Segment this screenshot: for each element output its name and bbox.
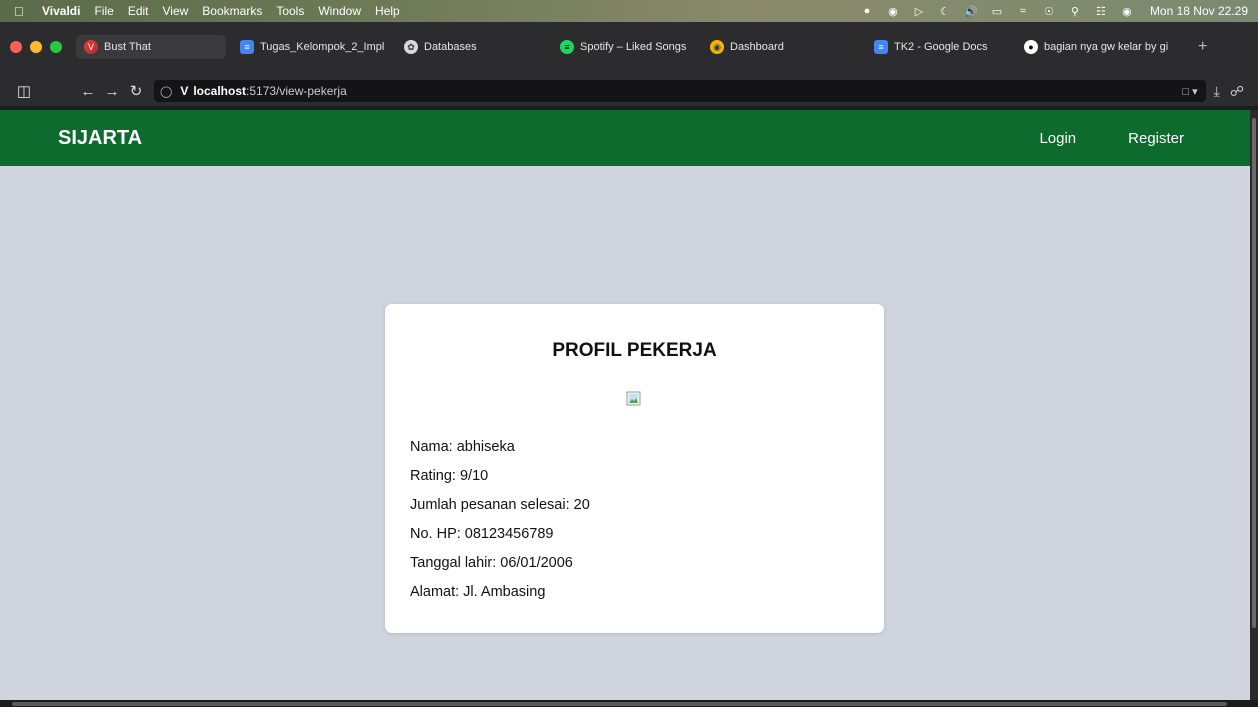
- tab-label: TK2 - Google Docs: [894, 41, 988, 53]
- web-page: SIJARTA Login Register PROFIL PEKERJA Na…: [0, 110, 1250, 700]
- tab-tk2-google-docs[interactable]: ≡ TK2 - Google Docs: [866, 35, 1016, 59]
- horizontal-scroll-thumb[interactable]: [12, 702, 1227, 706]
- url-field[interactable]: ◯ V localhost :5173/view-pekerja □ ▾: [154, 80, 1206, 102]
- profile-no-hp: No. HP: 08123456789: [410, 526, 554, 542]
- url-path: :5173/view-pekerja: [246, 84, 347, 98]
- zoom-window-button[interactable]: [50, 41, 62, 53]
- site-brand[interactable]: SIJARTA: [58, 127, 142, 150]
- reload-icon[interactable]: ↻: [124, 82, 148, 100]
- profile-title: PROFIL PEKERJA: [552, 340, 717, 361]
- minimize-window-button[interactable]: [30, 41, 42, 53]
- close-window-button[interactable]: [10, 41, 22, 53]
- control-center-icon[interactable]: ☷: [1094, 5, 1108, 18]
- vertical-scrollbar[interactable]: [1250, 110, 1258, 700]
- menu-tools[interactable]: Tools: [276, 4, 304, 18]
- play-icon[interactable]: ▷: [912, 5, 926, 18]
- volume-icon[interactable]: 🔊: [964, 5, 978, 18]
- tab-bust-that[interactable]: V Bust That: [76, 35, 226, 59]
- search-icon[interactable]: ⚲: [1068, 5, 1082, 18]
- vivaldi-v-icon: V: [180, 84, 189, 98]
- back-arrow-icon[interactable]: ←: [76, 83, 100, 100]
- tab-label: Tugas_Kelompok_2_Impl: [260, 41, 385, 53]
- url-host: localhost: [193, 84, 247, 98]
- tab-tugas-kelompok[interactable]: ≡ Tugas_Kelompok_2_Impl: [232, 35, 396, 59]
- profile-jumlah-pesanan: Jumlah pesanan selesai: 20: [410, 497, 590, 513]
- download-icon[interactable]: ⤓: [1214, 83, 1220, 100]
- openai-icon: ✿: [404, 40, 418, 54]
- tab-github[interactable]: ● bagian nya gw kelar by gi: [1016, 35, 1192, 59]
- profile-alamat: Alamat: Jl. Ambasing: [410, 584, 546, 600]
- wifi-icon[interactable]: ≈: [1016, 5, 1030, 17]
- extensions-icon[interactable]: ☍: [1230, 83, 1244, 100]
- siri-icon[interactable]: ◉: [1120, 5, 1134, 18]
- menu-help[interactable]: Help: [375, 4, 400, 18]
- shield-icon[interactable]: ◯: [160, 85, 172, 98]
- chat-icon[interactable]: ◉: [886, 5, 900, 18]
- profile-rating: Rating: 9/10: [410, 468, 489, 484]
- broken-image-icon: [626, 391, 641, 406]
- forward-arrow-icon[interactable]: →: [100, 83, 124, 100]
- profile-tanggal-lahir: Tanggal lahir: 06/01/2006: [410, 555, 573, 571]
- address-bar: ◫ ← → ↻ ◯ V localhost :5173/view-pekerja…: [0, 76, 1258, 106]
- menu-window[interactable]: Window: [318, 4, 361, 18]
- tab-label: bagian nya gw kelar by gi: [1044, 41, 1169, 53]
- menubar-clock[interactable]: Mon 18 Nov 22.29: [1150, 4, 1248, 18]
- github-icon: ●: [1024, 40, 1038, 54]
- site-navbar: SIJARTA Login Register: [0, 110, 1250, 166]
- profile-nama: Nama: abhiseka: [410, 439, 515, 455]
- login-link[interactable]: Login: [1039, 130, 1076, 147]
- spotify-icon: ≡: [560, 40, 574, 54]
- google-docs-icon: ≡: [874, 40, 888, 54]
- moon-icon[interactable]: ☾: [938, 5, 952, 18]
- profile-details: Nama: abhiseka Rating: 9/10 Jumlah pesan…: [410, 438, 590, 612]
- tab-label: Databases: [424, 41, 477, 53]
- menu-view[interactable]: View: [163, 4, 189, 18]
- tab-dashboard[interactable]: ◉ Dashboard: [702, 35, 866, 59]
- browser-tab-bar: V Bust That ≡ Tugas_Kelompok_2_Impl ✿ Da…: [0, 22, 1258, 76]
- user-icon[interactable]: ☉: [1042, 5, 1056, 18]
- menu-edit[interactable]: Edit: [128, 4, 149, 18]
- menu-file[interactable]: File: [94, 4, 113, 18]
- register-link[interactable]: Register: [1128, 130, 1184, 147]
- tab-label: Dashboard: [730, 41, 784, 53]
- profile-card: PROFIL PEKERJA Nama: abhiseka Rating: 9/…: [385, 304, 884, 633]
- window-controls: [10, 41, 62, 53]
- macos-menubar:  Vivaldi File Edit View Bookmarks Tools…: [0, 0, 1258, 22]
- bookmark-icon[interactable]: □ ▾: [1182, 85, 1197, 98]
- google-docs-icon: ≡: [240, 40, 254, 54]
- dashboard-icon: ◉: [710, 40, 724, 54]
- panel-toggle-icon[interactable]: ◫: [12, 82, 36, 100]
- record-icon[interactable]: ●: [860, 5, 874, 17]
- tab-label: Bust That: [104, 41, 151, 53]
- new-tab-plus-icon[interactable]: +: [1198, 38, 1207, 56]
- vertical-scroll-thumb[interactable]: [1252, 118, 1256, 628]
- vivaldi-icon: V: [84, 40, 98, 54]
- tab-databases[interactable]: ✿ Databases: [396, 35, 552, 59]
- horizontal-scrollbar[interactable]: [0, 700, 1258, 707]
- tab-spotify[interactable]: ≡ Spotify – Liked Songs: [552, 35, 702, 59]
- battery-icon[interactable]: ▭: [990, 5, 1004, 18]
- tab-label: Spotify – Liked Songs: [580, 41, 687, 53]
- apple-icon[interactable]: : [14, 4, 42, 19]
- menu-bookmarks[interactable]: Bookmarks: [202, 4, 262, 18]
- menu-app-name[interactable]: Vivaldi: [42, 4, 80, 18]
